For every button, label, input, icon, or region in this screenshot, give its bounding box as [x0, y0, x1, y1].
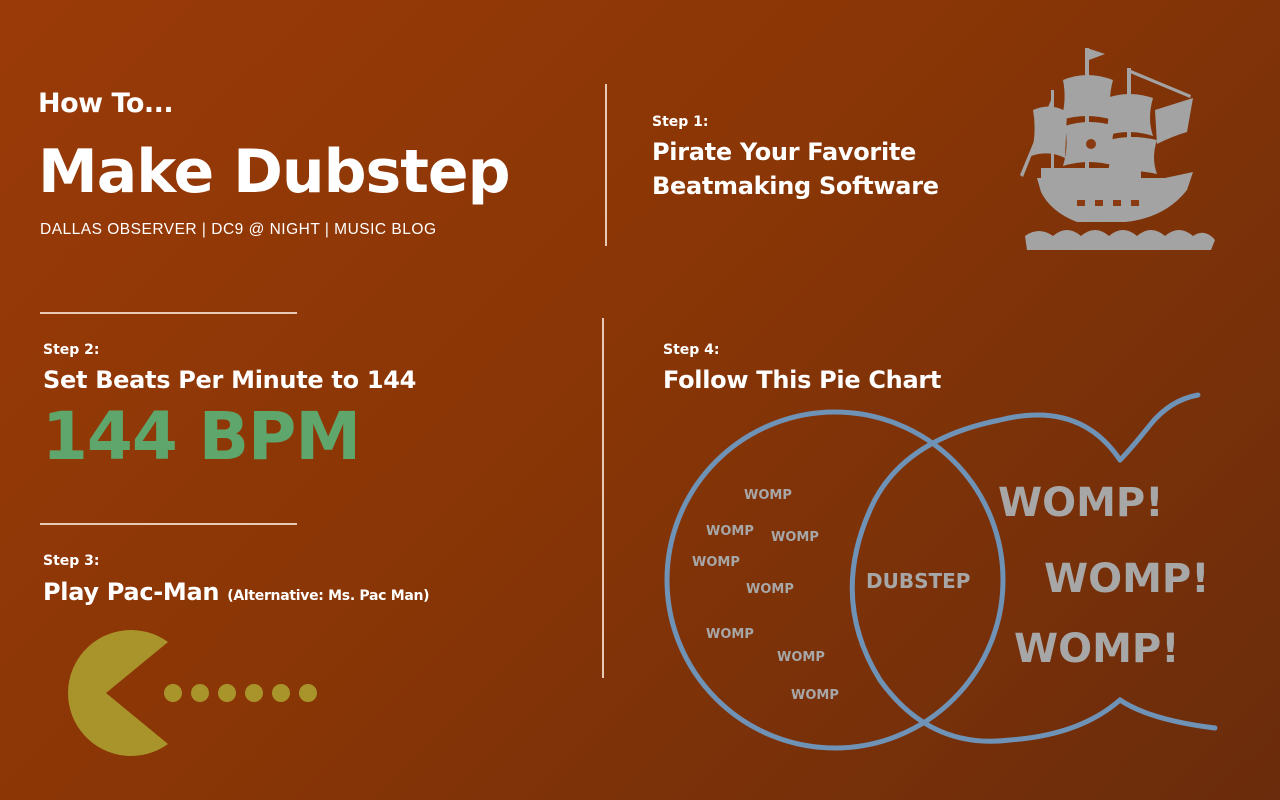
venn-diagram: WOMP WOMP WOMP WOMP WOMP WOMP WOMP WOMP …: [664, 392, 1218, 751]
pac-dot: [245, 684, 263, 702]
step1-line2: Beatmaking Software: [652, 171, 939, 200]
venn-center-label: DUBSTEP: [866, 569, 970, 593]
horizontal-divider-1: [40, 312, 297, 314]
pirate-ship-icon: [1020, 48, 1215, 250]
pac-dot: [218, 684, 236, 702]
pac-dots: [164, 684, 317, 702]
pac-dot: [191, 684, 209, 702]
womp-small-4: WOMP: [692, 555, 740, 570]
step1-line1: Pirate Your Favorite: [652, 138, 917, 166]
bpm-value: 144 BPM: [42, 398, 361, 475]
womp-small-2: WOMP: [706, 524, 754, 539]
womp-small-3: WOMP: [771, 530, 819, 545]
womp-big-3: WOMP!: [1014, 626, 1180, 672]
venn-tail: [1117, 392, 1201, 463]
step2-label: Step 2:: [43, 342, 100, 358]
womp-small-5: WOMP: [746, 582, 794, 597]
womp-small-1: WOMP: [744, 488, 792, 503]
kicker-heading: How To...: [38, 88, 174, 119]
womp-big-2: WOMP!: [1044, 556, 1210, 602]
step4-label: Step 4:: [663, 342, 720, 358]
pac-man-scene: [68, 630, 317, 756]
womp-big-1: WOMP!: [998, 480, 1164, 526]
subtitle: DALLAS OBSERVER | DC9 @ NIGHT | MUSIC BL…: [40, 221, 437, 238]
step1-text: Pirate Your Favorite Beatmaking Software: [652, 136, 939, 203]
vertical-divider-top: [605, 84, 607, 246]
step3-text: Play Pac-Man: [43, 578, 220, 606]
womp-small-6: WOMP: [706, 627, 754, 642]
step3-alternative: (Alternative: Ms. Pac Man): [227, 588, 430, 604]
step3-label: Step 3:: [43, 553, 100, 569]
pac-dot: [164, 684, 182, 702]
womp-small-7: WOMP: [777, 650, 825, 665]
horizontal-divider-2: [40, 523, 297, 525]
step2-text: Set Beats Per Minute to 144: [43, 366, 417, 394]
step3-text-row: Play Pac-Man (Alternative: Ms. Pac Man): [43, 576, 430, 610]
vertical-divider-bottom: [602, 318, 604, 678]
womp-small-8: WOMP: [791, 688, 839, 703]
step1-label: Step 1:: [652, 114, 709, 130]
pac-dot: [272, 684, 290, 702]
pac-man-icon: [68, 630, 168, 756]
pac-dot: [299, 684, 317, 702]
page-title: Make Dubstep: [38, 137, 511, 207]
